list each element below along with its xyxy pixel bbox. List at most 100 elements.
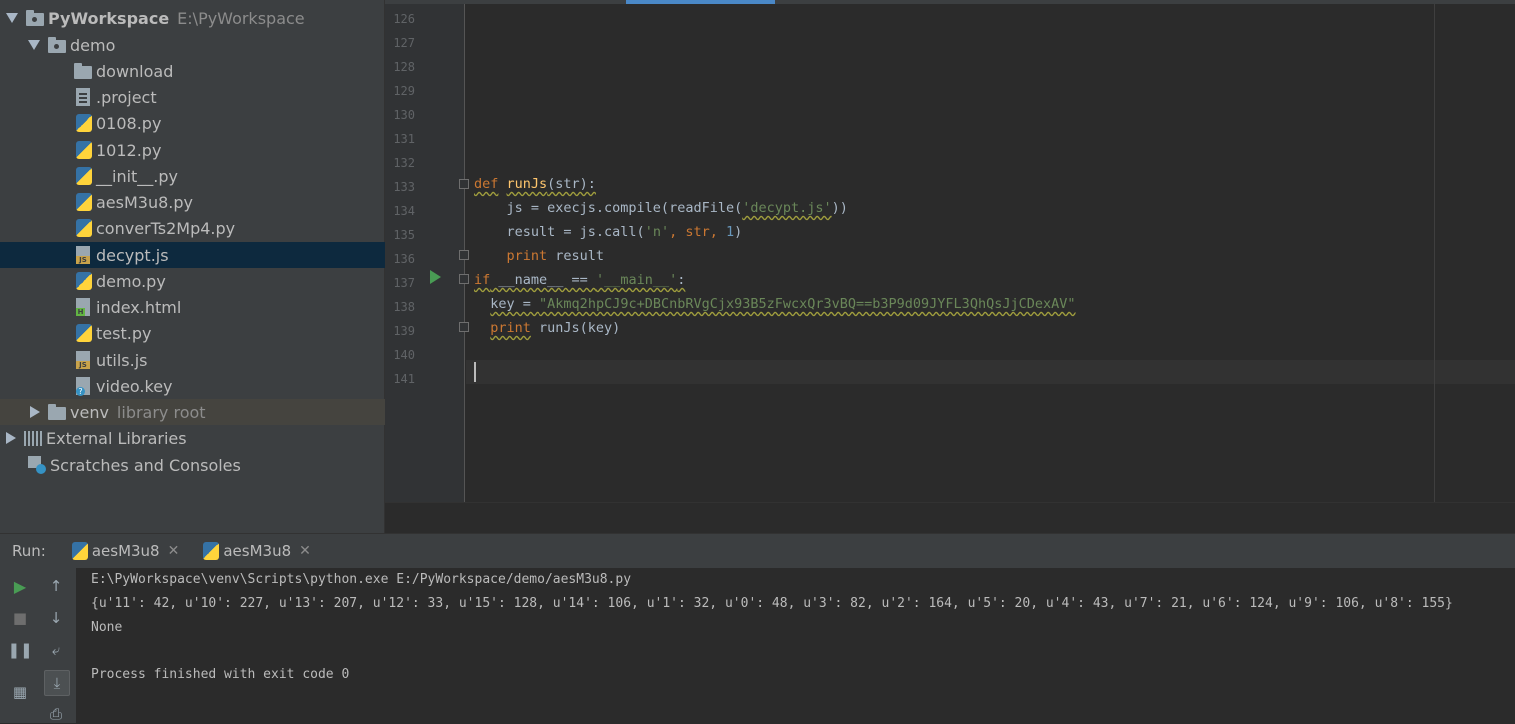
python-file-icon <box>76 114 92 132</box>
run-header: Run: aesM3u8 ✕ aesM3u8 ✕ <box>0 534 1515 568</box>
console-line: {u'11': 42, u'10': 227, u'13': 207, u'12… <box>91 596 1453 611</box>
fold-marker-icon[interactable] <box>459 250 469 260</box>
tree-item-label: Scratches and Consoles <box>50 455 241 475</box>
tree-item-label: demo.py <box>96 271 166 291</box>
tree-item-label: converTs2Mp4.py <box>96 218 236 238</box>
python-file-icon <box>76 272 92 290</box>
run-panel: Run: aesM3u8 ✕ aesM3u8 ✕ ▶ ↑ ■ ↓ ❚❚ ⤶ ⤓ … <box>0 533 1515 724</box>
tree-item-0108-py[interactable]: 0108.py <box>0 110 385 136</box>
close-icon[interactable]: ✕ <box>299 543 311 559</box>
tree-item-init-py[interactable]: __init__.py <box>0 163 385 189</box>
module-folder-icon <box>26 9 44 26</box>
current-line-highlight <box>466 360 1515 384</box>
tree-item-label: test.py <box>96 323 152 343</box>
code-line-138: key = "Akmq2hpCJ9c+DBCnbRVgCjx93B5zFwcxQ… <box>490 296 1076 312</box>
tree-item-label: 1012.py <box>96 140 162 160</box>
pause-icon[interactable]: ❚❚ <box>7 640 32 660</box>
javascript-file-icon <box>76 246 90 264</box>
run-tab-2[interactable]: aesM3u8 ✕ <box>201 542 311 560</box>
tree-item-test-py[interactable]: test.py <box>0 320 385 346</box>
console-line: None <box>91 620 123 635</box>
tree-item-label: download <box>96 61 174 81</box>
folder-label: demo <box>70 35 116 55</box>
run-tab-label: aesM3u8 <box>223 542 292 560</box>
python-file-icon <box>76 324 92 342</box>
code-line-135: result = js.call('n', str, 1) <box>474 224 743 240</box>
tree-item-download[interactable]: download <box>0 58 385 84</box>
folder-label: venv <box>70 402 109 422</box>
tree-item-label: __init__.py <box>96 166 179 186</box>
scratches-icon <box>28 456 46 474</box>
project-panel: PyWorkspace E:\PyWorkspace demo download… <box>0 0 385 533</box>
run-tab-label: aesM3u8 <box>91 542 160 560</box>
tree-item-demo-py[interactable]: demo.py <box>0 268 385 294</box>
tree-scratches[interactable]: Scratches and Consoles <box>0 452 385 478</box>
tree-item-utils-js[interactable]: utils.js <box>0 347 385 373</box>
folder-icon <box>74 62 92 79</box>
line-number: 137 <box>393 276 415 290</box>
console-line: E:\PyWorkspace\venv\Scripts\python.exe E… <box>91 572 632 587</box>
tree-external-libraries[interactable]: External Libraries <box>0 425 385 451</box>
line-gutter: 126 127 128 129 130 131 132 133 134 135 … <box>385 4 469 502</box>
tree-item-label: video.key <box>96 376 173 396</box>
line-number: 130 <box>393 108 415 122</box>
line-number: 127 <box>393 36 415 50</box>
line-number: 126 <box>393 12 415 26</box>
text-file-icon <box>76 88 90 106</box>
folder-icon <box>48 403 66 420</box>
up-arrow-icon[interactable]: ↑ <box>46 576 66 596</box>
tree-item-label: .project <box>96 87 157 107</box>
tree-item-convert-py[interactable]: converTs2Mp4.py <box>0 215 385 241</box>
python-file-icon <box>76 193 92 211</box>
collapse-arrow-icon[interactable] <box>30 406 40 418</box>
run-gutter-icon[interactable] <box>430 270 441 284</box>
console-line: Process finished with exit code 0 <box>91 667 350 682</box>
tree-item-label: External Libraries <box>46 428 187 448</box>
code-line-136: print result <box>506 248 605 264</box>
line-number: 139 <box>393 324 415 338</box>
line-number: 133 <box>393 180 415 194</box>
expand-arrow-icon[interactable] <box>28 40 40 50</box>
python-file-icon <box>76 219 92 237</box>
tree-item-index-html[interactable]: index.html <box>0 294 385 320</box>
tree-item-label: decypt.js <box>96 245 169 265</box>
close-icon[interactable]: ✕ <box>168 543 180 559</box>
tree-item-project[interactable]: .project <box>0 84 385 110</box>
console-output[interactable]: E:\PyWorkspace\venv\Scripts\python.exe E… <box>76 568 1515 723</box>
print-icon[interactable]: ⎙ <box>46 704 66 724</box>
tree-item-video-key[interactable]: video.key <box>0 373 385 399</box>
tree-item-label: utils.js <box>96 350 148 370</box>
editor-tab-strip <box>385 0 1515 4</box>
layout-icon[interactable]: ▦ <box>10 682 30 702</box>
fold-marker-icon[interactable] <box>459 274 469 284</box>
tree-root-pyworkspace[interactable]: PyWorkspace E:\PyWorkspace <box>0 5 385 31</box>
code-editor[interactable]: 126 127 128 129 130 131 132 133 134 135 … <box>385 0 1515 534</box>
stop-icon[interactable]: ■ <box>10 608 30 628</box>
code-line-137: if __name__ == '__main__': <box>474 272 686 288</box>
code-line-139: print runJs(key) <box>490 320 621 336</box>
run-label: Run: <box>12 542 46 560</box>
tree-item-1012-py[interactable]: 1012.py <box>0 137 385 163</box>
tree-item-label: 0108.py <box>96 113 162 133</box>
fold-marker-icon[interactable] <box>459 179 469 189</box>
line-number: 128 <box>393 60 415 74</box>
tree-folder-venv[interactable]: venv library root <box>0 399 385 425</box>
folder-hint: library root <box>116 402 206 422</box>
expand-arrow-icon[interactable] <box>6 13 18 23</box>
fold-marker-icon[interactable] <box>459 322 469 332</box>
python-file-icon <box>76 167 92 185</box>
soft-wrap-icon[interactable]: ⤶ <box>46 640 66 660</box>
tree-item-aesm3u8-py[interactable]: aesM3u8.py <box>0 189 385 215</box>
rerun-icon[interactable]: ▶ <box>10 576 30 596</box>
down-arrow-icon[interactable]: ↓ <box>46 608 66 628</box>
tree-item-decypt-js[interactable]: decypt.js <box>0 242 385 268</box>
tree-folder-demo[interactable]: demo <box>0 32 385 58</box>
scroll-to-end-icon[interactable]: ⤓ <box>44 670 70 696</box>
collapse-arrow-icon[interactable] <box>6 432 16 444</box>
line-number: 138 <box>393 300 415 314</box>
tree-item-label: aesM3u8.py <box>96 192 193 212</box>
right-margin-guide <box>1434 4 1435 502</box>
line-number: 135 <box>393 228 415 242</box>
run-tab-1[interactable]: aesM3u8 ✕ <box>70 542 180 560</box>
root-name: PyWorkspace <box>48 8 170 28</box>
